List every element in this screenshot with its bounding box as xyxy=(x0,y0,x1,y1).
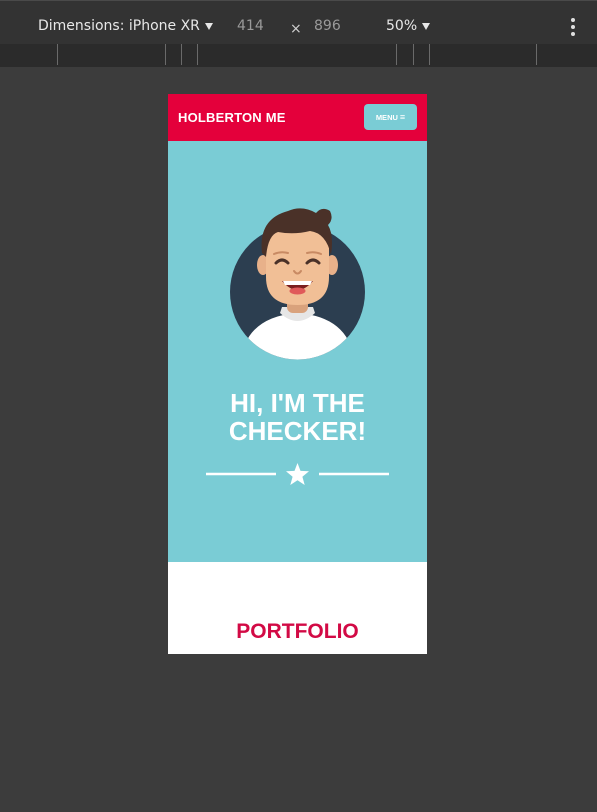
ruler-mark xyxy=(197,44,198,65)
device-dimensions-select[interactable]: Dimensions: iPhone XR xyxy=(38,18,213,34)
dimension-times-symbol: × xyxy=(290,21,302,37)
viewport-width-input[interactable]: 414 xyxy=(237,18,264,34)
ruler-mark xyxy=(413,44,414,65)
device-dimensions-label: Dimensions: iPhone XR xyxy=(38,18,200,34)
viewport-height-input[interactable]: 896 xyxy=(314,18,341,34)
star-divider xyxy=(206,463,389,485)
avatar xyxy=(230,208,365,360)
site-logo[interactable]: HOLBERTON ME xyxy=(178,110,286,125)
hero-section: HI, I'M THE CHECKER! xyxy=(168,141,427,562)
caret-down-icon xyxy=(422,22,431,30)
star-icon xyxy=(286,463,309,485)
ruler-mark xyxy=(396,44,397,65)
zoom-select[interactable]: 50% xyxy=(386,18,431,34)
site-header: HOLBERTON ME MENU ≡ xyxy=(168,94,427,141)
portfolio-title: PORTFOLIO xyxy=(236,620,359,643)
media-query-ruler[interactable] xyxy=(0,44,597,67)
caret-down-icon xyxy=(204,22,213,30)
zoom-label: 50% xyxy=(386,18,418,34)
ruler-mark xyxy=(181,44,182,65)
ruler-mark xyxy=(165,44,166,65)
emulated-page-viewport: HOLBERTON ME MENU ≡ HI, I'M THE CHECKER!… xyxy=(168,94,427,654)
ruler-mark xyxy=(57,44,58,65)
menu-button[interactable]: MENU ≡ xyxy=(364,104,417,130)
devtools-device-toolbar: Dimensions: iPhone XR 414 × 896 50% xyxy=(0,0,597,44)
menu-button-label: MENU xyxy=(375,112,398,122)
ruler-mark xyxy=(536,44,537,65)
hamburger-icon: ≡ xyxy=(399,111,406,122)
ruler-mark xyxy=(429,44,430,65)
avatar-teeth xyxy=(283,281,312,285)
portfolio-section: PORTFOLIO xyxy=(168,562,427,654)
avatar-tongue xyxy=(289,287,306,295)
more-options-icon[interactable] xyxy=(569,18,577,36)
hero-title: HI, I'M THE CHECKER! xyxy=(228,388,367,446)
